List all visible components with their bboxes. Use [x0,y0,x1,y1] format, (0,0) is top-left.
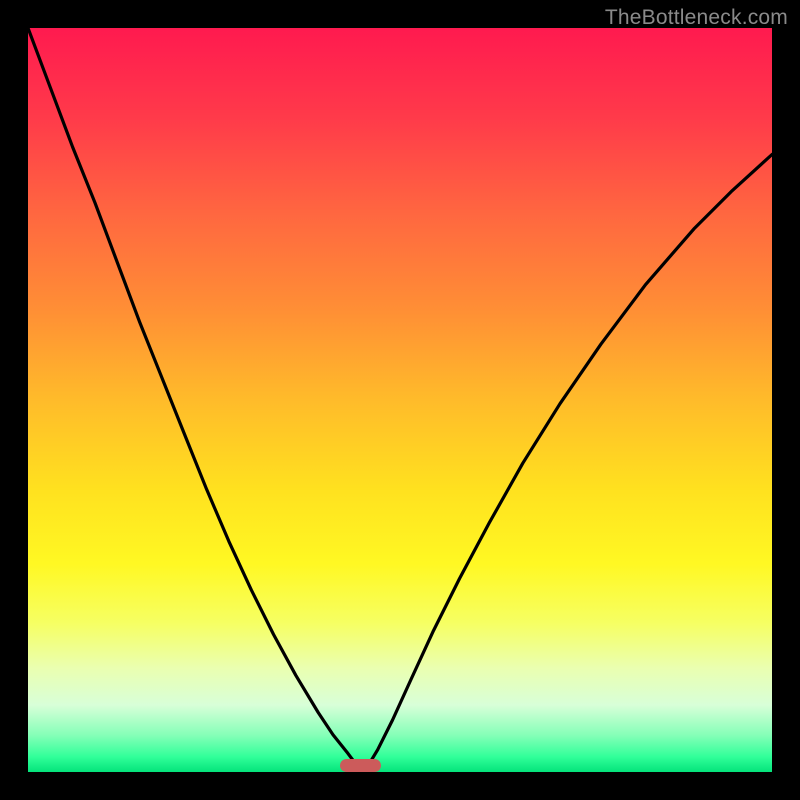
bottleneck-curve [28,28,772,772]
chart-frame: TheBottleneck.com [0,0,800,800]
watermark-text: TheBottleneck.com [605,6,788,30]
plot-area [28,28,772,772]
bottleneck-marker [340,759,381,772]
